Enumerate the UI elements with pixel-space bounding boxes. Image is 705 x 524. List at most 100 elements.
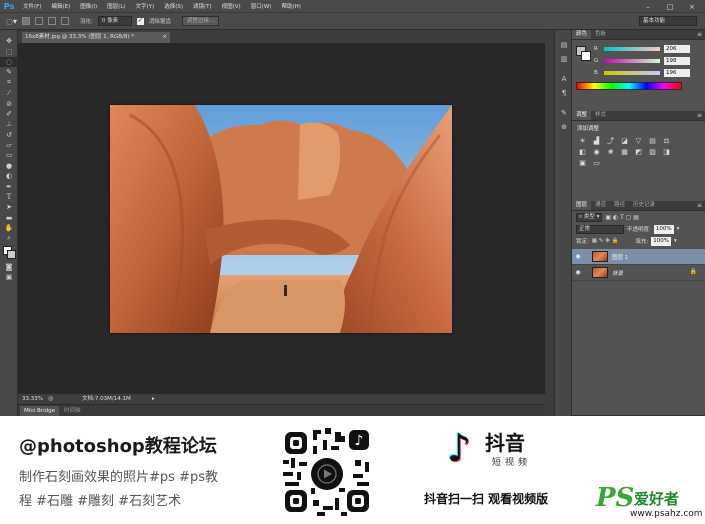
green-value[interactable]: 198 bbox=[664, 57, 690, 65]
blend-mode-select[interactable]: 正常 bbox=[576, 224, 624, 234]
channel-mixer-icon[interactable]: ❀ bbox=[606, 148, 615, 156]
menu-edit[interactable]: 编辑(E) bbox=[46, 2, 75, 10]
blur-icon[interactable]: ● bbox=[0, 161, 18, 171]
screen-mode-icon[interactable]: ▣ bbox=[0, 272, 18, 282]
zoom-level[interactable]: 33.33% bbox=[22, 394, 43, 404]
quick-select-icon[interactable]: ✎ bbox=[0, 67, 18, 77]
blue-slider[interactable] bbox=[604, 71, 660, 75]
layer-row[interactable]: ◉ 背景 🔒 bbox=[572, 265, 705, 281]
red-slider[interactable] bbox=[604, 47, 660, 51]
invert-icon[interactable]: ◩ bbox=[634, 148, 643, 156]
posterize-icon[interactable]: ▨ bbox=[648, 148, 657, 156]
brush-panel-icon[interactable]: ✎ bbox=[555, 106, 573, 120]
tab-adjustments[interactable]: 调整 bbox=[572, 111, 592, 120]
zoom-icon[interactable]: ⌕ bbox=[0, 233, 18, 243]
tab-paths[interactable]: 路径 bbox=[610, 201, 629, 210]
menu-file[interactable]: 文件(F) bbox=[18, 2, 46, 10]
filter-pixel-icon[interactable]: ▣ ◐ T ▢ ▤ bbox=[605, 214, 639, 221]
color-spectrum-bar[interactable] bbox=[576, 82, 682, 90]
move-icon[interactable]: ✥ bbox=[0, 36, 18, 46]
menu-window[interactable]: 窗口(W) bbox=[246, 2, 277, 10]
menu-select[interactable]: 选择(S) bbox=[159, 2, 188, 10]
eyedropper-icon[interactable]: ⁄ bbox=[0, 88, 18, 98]
color-lookup-icon[interactable]: ▦ bbox=[620, 148, 629, 156]
panel-menu-icon[interactable]: ≡ bbox=[697, 202, 702, 209]
panel-menu-icon[interactable]: ≡ bbox=[697, 112, 702, 119]
close-button[interactable]: × bbox=[681, 3, 703, 11]
hand-icon[interactable]: ✋ bbox=[0, 223, 18, 233]
blue-value[interactable]: 196 bbox=[664, 69, 690, 77]
menu-layer[interactable]: 图层(L) bbox=[102, 2, 130, 10]
properties-panel-icon[interactable]: ▥ bbox=[555, 52, 573, 66]
clone-source-panel-icon[interactable]: ⊕ bbox=[555, 120, 573, 134]
feather-input[interactable]: 0 像素 bbox=[97, 16, 132, 26]
close-tab-icon[interactable]: × bbox=[162, 32, 167, 43]
menu-filter[interactable]: 滤镜(T) bbox=[188, 2, 217, 10]
add-selection-icon[interactable] bbox=[35, 17, 43, 25]
gradient-map-icon[interactable]: ▭ bbox=[592, 159, 601, 167]
tab-color[interactable]: 颜色 bbox=[572, 30, 592, 39]
status-menu-icon[interactable]: ▸ bbox=[152, 394, 155, 404]
eraser-icon[interactable]: ▱ bbox=[0, 140, 18, 150]
layer-name[interactable]: 图层 1 bbox=[612, 253, 628, 261]
document-tab[interactable]: 16x8素材.jpg @ 33.3% (图层 1, RGB/8) * × bbox=[22, 32, 170, 43]
panel-menu-icon[interactable]: ≡ bbox=[697, 31, 702, 38]
intersect-selection-icon[interactable] bbox=[61, 17, 69, 25]
tab-channels[interactable]: 通道 bbox=[591, 201, 610, 210]
lasso-preset-icon[interactable]: ◌▾ bbox=[6, 17, 17, 26]
quick-mask-icon[interactable]: ◙ bbox=[0, 262, 18, 272]
fill-dropdown-icon[interactable]: ▾ bbox=[674, 238, 677, 244]
stamp-icon[interactable]: ⊥ bbox=[0, 119, 18, 129]
history-brush-icon[interactable]: ↺ bbox=[0, 130, 18, 140]
tab-timeline[interactable]: 时间轴 bbox=[60, 406, 85, 416]
threshold-icon[interactable]: ◨ bbox=[662, 148, 671, 156]
visibility-eye-icon[interactable]: ◉ bbox=[572, 269, 584, 276]
hue-saturation-icon[interactable]: ▤ bbox=[648, 137, 657, 145]
workspace-select[interactable]: 基本功能 bbox=[639, 16, 697, 26]
selective-color-icon[interactable]: ▣ bbox=[578, 159, 587, 167]
tab-swatches[interactable]: 色板 bbox=[591, 30, 610, 39]
layer-name[interactable]: 背景 bbox=[612, 269, 623, 277]
visibility-eye-icon[interactable]: ◉ bbox=[572, 253, 584, 260]
menu-image[interactable]: 图像(I) bbox=[75, 2, 102, 10]
pen-icon[interactable]: ✒ bbox=[0, 181, 18, 191]
status-info-icon[interactable]: ◎ bbox=[48, 394, 53, 404]
refine-edge-button[interactable]: 调整边缘... bbox=[181, 16, 220, 26]
fill-input[interactable]: 100% bbox=[651, 236, 671, 246]
exposure-icon[interactable]: ◪ bbox=[620, 137, 629, 145]
panel-collapse-strip[interactable] bbox=[545, 30, 554, 416]
black-white-icon[interactable]: ◧ bbox=[578, 148, 587, 156]
menu-type[interactable]: 文字(Y) bbox=[131, 2, 160, 10]
paragraph-panel-icon[interactable]: ¶ bbox=[555, 86, 573, 100]
layer-row[interactable]: ◉ 图层 1 bbox=[572, 249, 705, 265]
marquee-icon[interactable]: ⬚ bbox=[0, 46, 18, 56]
new-selection-icon[interactable] bbox=[22, 17, 30, 25]
menu-view[interactable]: 视图(V) bbox=[217, 2, 246, 10]
color-swatches[interactable] bbox=[0, 244, 18, 262]
tab-mini-bridge[interactable]: Mini Bridge bbox=[20, 406, 59, 416]
lock-icons[interactable]: ▦ ✎ ✥ 🔒 bbox=[592, 238, 619, 244]
levels-icon[interactable]: ▟ bbox=[592, 137, 601, 145]
background-swatch[interactable] bbox=[581, 51, 591, 61]
dodge-icon[interactable]: ◐ bbox=[0, 171, 18, 181]
tab-layers[interactable]: 图层 bbox=[572, 201, 592, 210]
tab-history[interactable]: 历史记录 bbox=[629, 201, 659, 210]
opacity-dropdown-icon[interactable]: ▾ bbox=[677, 226, 680, 232]
character-panel-icon[interactable]: A bbox=[555, 72, 573, 86]
vibrance-icon[interactable]: ▽ bbox=[634, 137, 643, 145]
photo-filter-icon[interactable]: ◉ bbox=[592, 148, 601, 156]
lasso-icon[interactable]: ◌ bbox=[0, 56, 18, 68]
subtract-selection-icon[interactable] bbox=[48, 17, 56, 25]
brush-icon[interactable]: ✐ bbox=[0, 109, 18, 119]
opacity-input[interactable]: 100% bbox=[653, 224, 674, 234]
curves-icon[interactable]: ⤴ bbox=[606, 137, 615, 145]
path-select-icon[interactable]: ➤ bbox=[0, 202, 18, 212]
history-panel-icon[interactable]: ▤ bbox=[555, 38, 573, 52]
menu-help[interactable]: 帮助(H) bbox=[276, 2, 305, 10]
antialias-checkbox[interactable]: ✓ bbox=[136, 17, 144, 25]
red-value[interactable]: 206 bbox=[664, 45, 690, 53]
shape-icon[interactable]: ▬ bbox=[0, 213, 18, 223]
green-slider[interactable] bbox=[604, 59, 660, 63]
tab-styles[interactable]: 样式 bbox=[591, 111, 610, 120]
healing-icon[interactable]: ⊘ bbox=[0, 98, 18, 108]
